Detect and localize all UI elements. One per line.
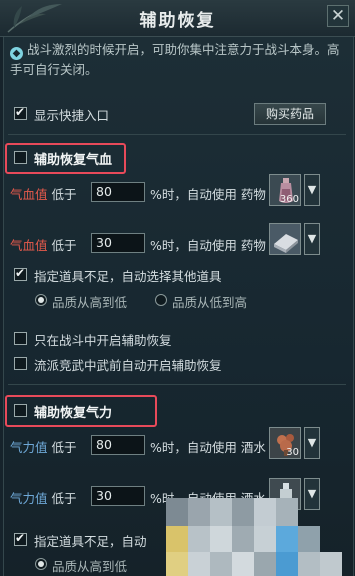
chevron-down-icon[interactable]: ▼: [304, 223, 320, 255]
quick-entry-label: 显示快捷入口: [34, 108, 110, 123]
hp-section-checkbox[interactable]: [14, 151, 27, 164]
auto-use-label: %时，自动使用: [150, 187, 237, 202]
quick-entry-checkbox[interactable]: [14, 105, 27, 120]
hp-order-high-label: 品质从高到低: [52, 295, 128, 310]
divider: [8, 384, 346, 385]
hp-fallback-checkbox[interactable]: [14, 266, 27, 281]
item-type-label: 药物: [240, 238, 266, 253]
divider: [8, 134, 346, 135]
hp-item-slot-1[interactable]: 360: [269, 174, 301, 206]
auto-use-label: %时，自动使用: [150, 440, 237, 455]
hp-item-slot-2[interactable]: [269, 223, 301, 255]
mp-order-high-radio[interactable]: [35, 558, 47, 570]
below-label: 低于: [51, 238, 77, 253]
mp-stat-label: 气力值: [10, 491, 48, 506]
mp-row-1: 气力值 低于: [10, 437, 77, 456]
hp-threshold-input-2[interactable]: 30: [91, 233, 145, 253]
medicine-pack-icon: [270, 224, 300, 254]
item-count: 30: [286, 447, 299, 458]
mp-section-checkbox[interactable]: [14, 404, 27, 417]
hp-fallback-label: 指定道具不足，自动选择其他道具: [34, 269, 222, 284]
item-type-label: 药物: [240, 187, 266, 202]
hp-row-2-suffix: %时，自动使用 药物: [150, 235, 266, 254]
mp-threshold-input-1[interactable]: 80: [91, 435, 145, 455]
mp-row-1-suffix: %时，自动使用 酒水: [150, 437, 266, 456]
hp-row-2: 气血值 低于: [10, 235, 77, 254]
item-count: 360: [279, 194, 299, 205]
hp-order-high-radio[interactable]: [35, 294, 47, 306]
chevron-down-icon[interactable]: ▼: [304, 174, 320, 206]
info-icon: ◆: [10, 47, 23, 60]
mp-row-2: 气力值 低于: [10, 488, 77, 507]
mp-stat-label: 气力值: [10, 440, 48, 455]
hp-order-low-radio[interactable]: [155, 294, 167, 306]
school-pvp-label: 流派竞武中武前自动开启辅助恢复: [34, 358, 222, 373]
notice: ◆ 战斗激烈的时候开启，可助你集中注意力于战斗本身。高手可自行关闭。: [10, 40, 340, 79]
hp-stat-label: 气血值: [10, 238, 48, 253]
hp-threshold-input-1[interactable]: 80: [91, 182, 145, 202]
below-label: 低于: [51, 491, 77, 506]
below-label: 低于: [51, 440, 77, 455]
below-label: 低于: [51, 187, 77, 202]
mp-fallback-checkbox[interactable]: [14, 531, 27, 546]
close-icon[interactable]: [327, 5, 349, 27]
hp-stat-label: 气血值: [10, 187, 48, 202]
mp-threshold-input-2[interactable]: 30: [91, 486, 145, 506]
title-bar: 辅助恢复: [0, 0, 355, 37]
chevron-down-icon[interactable]: ▼: [304, 427, 320, 459]
auto-use-label: %时，自动使用: [150, 238, 237, 253]
mp-fallback-label: 指定道具不足，自动: [34, 534, 147, 549]
window-title: 辅助恢复: [139, 11, 216, 31]
mp-item-slot-1[interactable]: 30: [269, 427, 301, 459]
combat-only-label: 只在战斗中开启辅助恢复: [34, 333, 172, 348]
item-type-label: 酒水: [240, 440, 266, 455]
mp-section-title: 辅助恢复气力: [34, 406, 113, 421]
hp-row-1-suffix: %时，自动使用 药物: [150, 184, 266, 203]
notice-text: 战斗激烈的时候开启，可助你集中注意力于战斗本身。高手可自行关闭。: [10, 42, 340, 77]
hp-section-title: 辅助恢复气血: [34, 153, 113, 168]
combat-only-checkbox[interactable]: [14, 332, 27, 345]
chevron-down-icon[interactable]: ▼: [304, 478, 320, 510]
mp-order-high-label: 品质从高到低: [52, 559, 128, 574]
buy-medicine-button[interactable]: 购买药品: [254, 103, 326, 125]
hp-row-1: 气血值 低于: [10, 184, 77, 203]
hp-order-low-label: 品质从低到高: [172, 295, 248, 310]
school-pvp-checkbox[interactable]: [14, 357, 27, 370]
